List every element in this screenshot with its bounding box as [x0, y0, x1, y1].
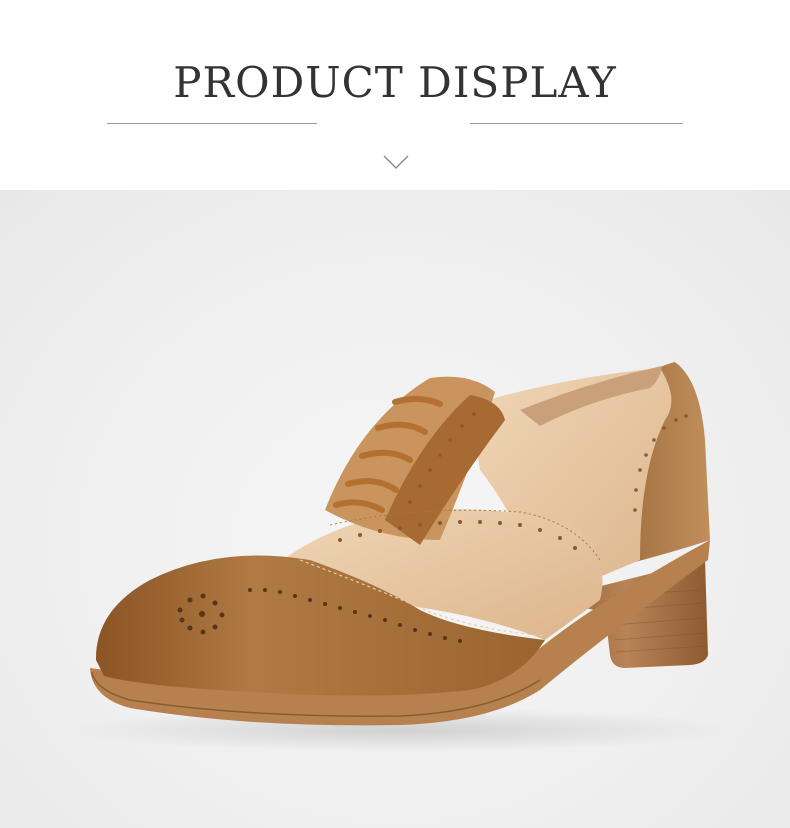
page-title: PRODUCT DISPLAY — [173, 58, 617, 107]
header-section: PRODUCT DISPLAY — [0, 0, 790, 190]
product-photo — [0, 190, 790, 828]
shoe-illustration — [70, 362, 730, 752]
chevron-down-icon — [383, 155, 409, 169]
title-divider-left — [107, 123, 317, 124]
title-divider-right — [470, 123, 683, 124]
